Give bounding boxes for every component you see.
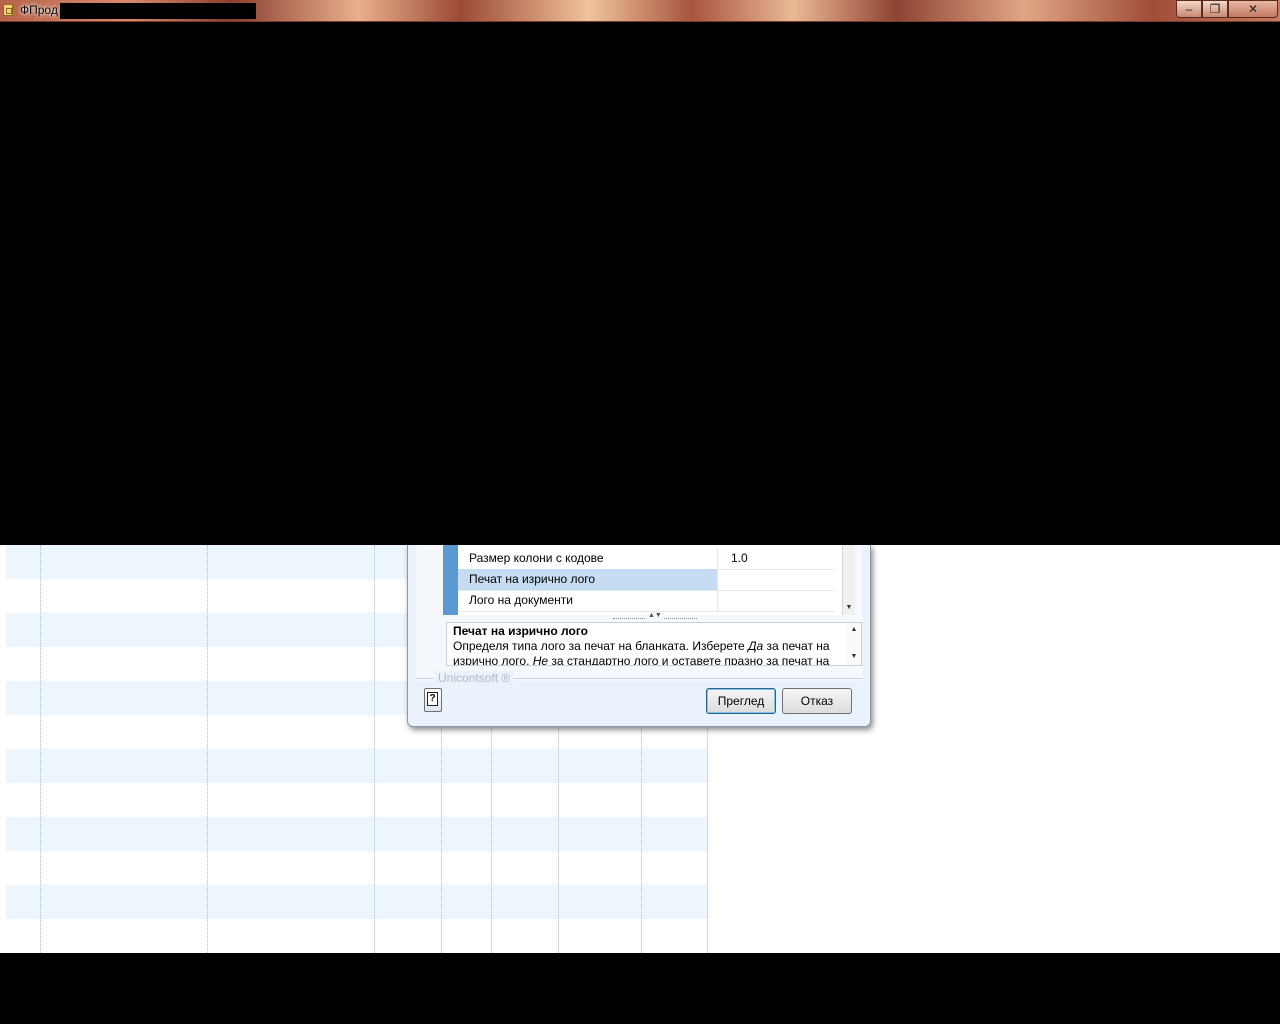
property-value[interactable] — [729, 569, 834, 590]
description-panel: Печат на изрично лого Определя типа лого… — [446, 622, 862, 666]
description-scrollbar[interactable]: ▲ ▼ — [847, 623, 861, 665]
property-value[interactable] — [729, 590, 834, 611]
scroll-down-arrow-icon[interactable]: ▼ — [843, 603, 855, 613]
app-icon[interactable] — [3, 4, 13, 16]
help-button[interactable]: ? — [424, 688, 442, 712]
property-value[interactable]: 1.0 — [729, 548, 834, 569]
help-icon: ? — [427, 692, 438, 706]
description-text: Определя типа лого за печат на бланката.… — [453, 639, 830, 666]
preview-button[interactable]: Преглед — [706, 688, 776, 714]
close-button[interactable]: ✕ — [1228, 0, 1278, 18]
description-title: Печат на изрично лого — [453, 624, 588, 638]
property-row-document-logo[interactable]: Лого на документи — [458, 590, 834, 612]
property-name: Размер колони с кодове — [458, 548, 718, 569]
property-row-explicit-logo[interactable]: Печат на изрично лого — [458, 569, 834, 591]
redacted-title-region — [60, 3, 256, 19]
minimize-button[interactable]: – — [1176, 0, 1202, 18]
scroll-down-arrow-icon[interactable]: ▼ — [850, 653, 858, 661]
property-grid-gutter — [443, 545, 458, 615]
grid-column-divider — [207, 545, 208, 953]
window-title: ФПрод — [20, 3, 58, 17]
title-bar: ФПрод – ❐ ✕ — [0, 0, 1280, 22]
scroll-up-arrow-icon[interactable]: ▲ — [850, 626, 858, 634]
maximize-button[interactable]: ❐ — [1202, 0, 1228, 18]
property-grid-scrollbar[interactable]: ▼ — [842, 545, 855, 615]
splitter-handle[interactable]: ▲▼ — [613, 612, 697, 621]
grid-column-divider — [374, 545, 375, 953]
splitter-arrows-icon: ▲▼ — [646, 612, 664, 619]
redacted-bottom-region — [0, 953, 1280, 1024]
grid-column-divider — [40, 545, 41, 953]
property-row-column-size[interactable]: Размер колони с кодове 1.0 — [458, 548, 834, 570]
redacted-region — [0, 22, 1280, 545]
brand-label: Unicontsoft ® — [434, 671, 515, 685]
property-name: Лого на документи — [458, 590, 718, 611]
print-settings-dialog: Размер колони с кодове 1.0 Печат на изри… — [407, 545, 871, 727]
cancel-button[interactable]: Отказ — [782, 688, 852, 714]
property-name: Печат на изрично лого — [458, 569, 718, 590]
dialog-content: Размер колони с кодове 1.0 Печат на изри… — [416, 545, 862, 681]
